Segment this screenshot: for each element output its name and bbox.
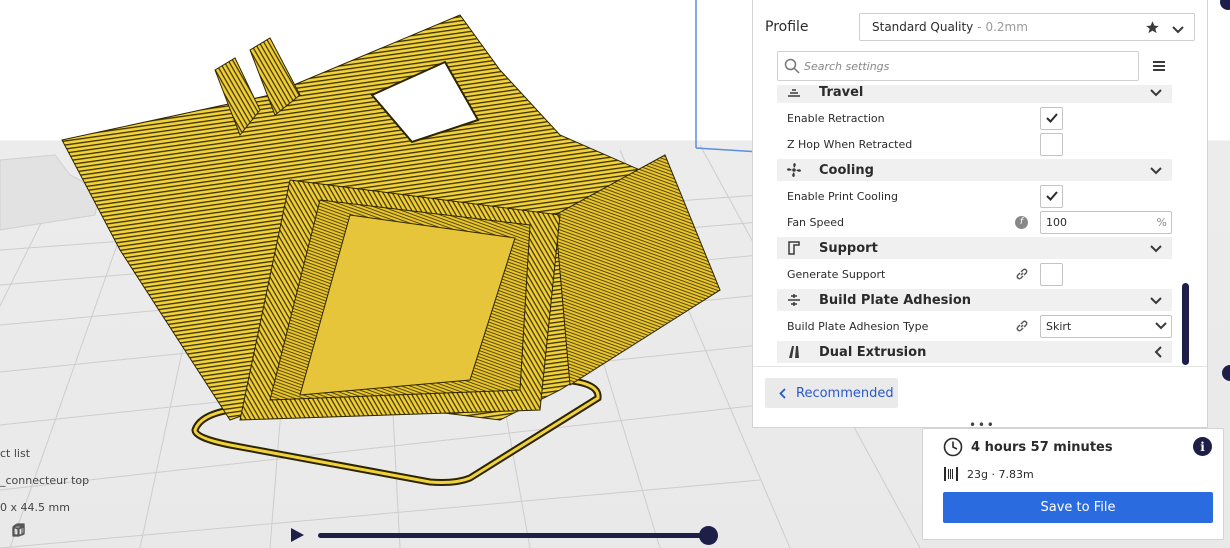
recommended-button[interactable]: Recommended [765,378,898,408]
profile-label: Profile [765,19,809,35]
profile-row: Profile Standard Quality - 0.2mm [765,12,1197,42]
object-list[interactable]: ct list _connecteur top 0 x 44.5 mm [0,440,89,521]
setting-label: Fan Speed [787,215,845,229]
fan-speed-unit: % [1156,215,1167,229]
settings-scrollbar[interactable] [1182,283,1189,365]
category-support[interactable]: Support [777,237,1172,259]
support-icon [785,239,803,257]
play-icon[interactable] [288,526,306,544]
category-support-title: Support [819,240,878,256]
info-icon[interactable]: i [1193,437,1212,456]
setting-fan-speed: Fan Speed f 100 % [777,209,1172,235]
filament-spool-icon [944,467,958,481]
print-settings-panel: Profile Standard Quality - 0.2mm Search … [752,0,1208,428]
chevron-down-icon [1150,164,1162,179]
dual-extrusion-icon [785,343,803,361]
search-icon [784,58,800,74]
save-to-file-button[interactable]: Save to File [943,492,1213,523]
category-cooling[interactable]: Cooling [777,159,1172,181]
fan-speed-input[interactable]: 100 % [1040,210,1172,234]
setting-label: Build Plate Adhesion Type [787,319,929,333]
panel-divider [753,366,1207,367]
category-dual-extrusion[interactable]: Dual Extrusion [777,341,1172,363]
chevron-down-icon [1150,86,1162,101]
adhesion-type-value: Skirt [1046,319,1072,333]
generate-support-checkbox[interactable] [1040,262,1063,286]
setting-label: Enable Retraction [787,111,885,125]
adhesion-type-select[interactable]: Skirt [1040,314,1172,338]
print-time-row: 4 hours 57 minutes [943,437,1113,457]
adhesion-icon [785,291,803,309]
setting-z-hop: Z Hop When Retracted [777,131,1172,157]
cube-side-icon[interactable] [12,522,88,540]
z-hop-checkbox[interactable] [1040,132,1063,156]
fan-speed-value: 100 [1046,215,1067,229]
object-list-header[interactable]: ct list [0,440,89,467]
clock-icon [943,437,963,457]
chevron-down-icon [1155,320,1167,333]
function-icon[interactable]: f [1015,215,1028,229]
layer-slider[interactable] [288,523,728,547]
layer-slider-handle[interactable] [699,526,718,545]
fan-icon [785,161,803,179]
search-placeholder: Search settings [804,59,890,73]
hamburger-menu-icon[interactable] [1151,58,1167,74]
category-travel-title: Travel [819,85,864,100]
setting-enable-retraction: Enable Retraction [777,105,1172,131]
chevron-left-icon [1154,346,1162,362]
search-input[interactable]: Search settings [777,51,1139,81]
category-travel[interactable]: Travel [777,85,1172,103]
setting-label: Generate Support [787,267,886,281]
object-name: _connecteur top [0,474,90,487]
profile-select[interactable]: Standard Quality - 0.2mm [859,13,1195,41]
link-icon[interactable] [1015,319,1029,333]
profile-layer-height: - 0.2mm [977,20,1028,34]
setting-generate-support: Generate Support [777,261,1172,287]
setting-label: Enable Print Cooling [787,189,898,203]
print-time: 4 hours 57 minutes [971,439,1113,455]
recommended-label: Recommended [796,385,894,401]
chevron-down-icon [1150,242,1162,257]
material-usage: 23g · 7.83m [967,467,1034,481]
settings-list[interactable]: Travel Enable Retraction Z Hop When Retr… [777,85,1172,365]
object-dimensions: 0 x 44.5 mm [0,501,70,514]
checkmark-icon [1045,113,1058,123]
chevron-left-icon [779,387,786,399]
enable-print-cooling-checkbox[interactable] [1040,184,1063,208]
category-adhesion-title: Build Plate Adhesion [819,292,972,308]
chevron-down-icon [1150,294,1162,309]
setting-label: Z Hop When Retracted [787,137,913,151]
category-build-plate-adhesion[interactable]: Build Plate Adhesion [777,289,1172,311]
setting-adhesion-type: Build Plate Adhesion Type Skirt [777,313,1172,339]
travel-icon [785,85,803,101]
checkmark-icon [1045,191,1058,201]
profile-value: Standard Quality [872,20,974,34]
cube-front-icon[interactable] [13,522,58,540]
chevron-down-icon[interactable] [1172,23,1184,37]
star-icon[interactable] [1145,20,1160,38]
enable-retraction-checkbox[interactable] [1040,106,1063,130]
view-orientation-buttons [10,522,88,540]
category-dual-extrusion-title: Dual Extrusion [819,344,927,360]
material-row: 23g · 7.83m [943,466,1034,482]
layer-slider-track[interactable] [318,533,710,538]
category-cooling-title: Cooling [819,162,874,178]
setting-enable-print-cooling: Enable Print Cooling [777,183,1172,209]
link-icon[interactable] [1015,267,1029,281]
print-info-panel: 4 hours 57 minutes i 23g · 7.83m Save to… [922,428,1224,540]
